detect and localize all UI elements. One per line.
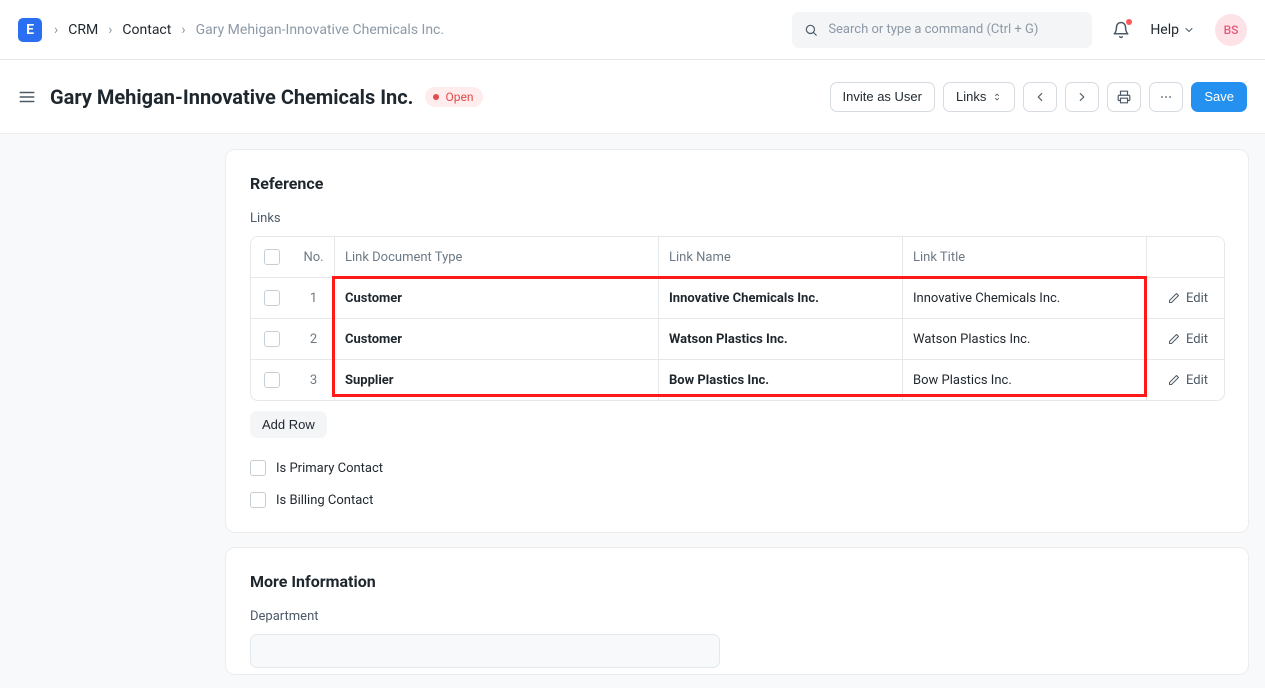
is-billing-contact[interactable]: Is Billing Contact	[250, 492, 1224, 508]
chevron-right-icon: ›	[181, 22, 185, 38]
breadcrumb: › CRM › Contact › Gary Mehigan-Innovativ…	[54, 22, 444, 38]
cell-type[interactable]: Customer	[335, 278, 659, 318]
edit-label: Edit	[1186, 373, 1208, 388]
sidebar-toggle[interactable]	[18, 88, 36, 106]
row-no: 1	[293, 278, 335, 318]
search-placeholder: Search or type a command (Ctrl + G)	[828, 22, 1038, 37]
edit-icon	[1168, 292, 1180, 304]
reference-heading: Reference	[250, 174, 1224, 193]
department-label: Department	[250, 609, 1224, 624]
table-row[interactable]: 1 Customer Innovative Chemicals Inc. Inn…	[251, 277, 1224, 318]
col-actions	[1147, 237, 1224, 277]
menu-icon	[18, 88, 36, 106]
notifications-button[interactable]	[1112, 21, 1130, 39]
select-all-checkbox[interactable]	[264, 249, 280, 265]
help-menu[interactable]: Help	[1150, 22, 1195, 38]
user-avatar[interactable]: BS	[1215, 14, 1247, 46]
cell-title[interactable]: Innovative Chemicals Inc.	[903, 278, 1147, 318]
links-subheading: Links	[250, 211, 1224, 226]
notification-badge	[1126, 19, 1132, 25]
chevron-down-icon	[1183, 24, 1195, 36]
row-checkbox[interactable]	[264, 290, 280, 306]
reference-section: Reference Links No. Link Document Type L…	[225, 149, 1249, 533]
cell-type[interactable]: Supplier	[335, 360, 659, 400]
page-header: Gary Mehigan-Innovative Chemicals Inc. O…	[0, 60, 1265, 134]
row-checkbox[interactable]	[264, 331, 280, 347]
edit-label: Edit	[1186, 332, 1208, 347]
edit-row-button[interactable]: Edit	[1147, 278, 1224, 318]
row-checkbox[interactable]	[264, 372, 280, 388]
cell-type[interactable]: Customer	[335, 319, 659, 359]
status-dot-icon	[433, 94, 439, 100]
checkbox-label: Is Billing Contact	[276, 493, 373, 508]
breadcrumb-current: Gary Mehigan-Innovative Chemicals Inc.	[196, 22, 445, 38]
edit-icon	[1168, 374, 1180, 386]
chevron-left-icon	[1033, 90, 1047, 104]
search-icon	[804, 23, 818, 37]
edit-label: Edit	[1186, 291, 1208, 306]
printer-icon	[1117, 90, 1131, 104]
status-text: Open	[445, 90, 473, 104]
links-menu-button[interactable]: Links	[943, 82, 1015, 112]
page-title: Gary Mehigan-Innovative Chemicals Inc.	[50, 85, 413, 109]
edit-row-button[interactable]: Edit	[1147, 360, 1224, 400]
more-horizontal-icon	[1159, 90, 1173, 104]
page-actions: Invite as User Links Save	[830, 82, 1247, 112]
col-type: Link Document Type	[335, 237, 659, 277]
cell-title[interactable]: Watson Plastics Inc.	[903, 319, 1147, 359]
checkbox-label: Is Primary Contact	[276, 461, 383, 476]
page-content: Reference Links No. Link Document Type L…	[0, 134, 1265, 688]
status-badge: Open	[425, 87, 483, 107]
breadcrumb-contact[interactable]: Contact	[122, 22, 171, 38]
chevron-right-icon	[1075, 90, 1089, 104]
links-table: No. Link Document Type Link Name Link Ti…	[250, 236, 1225, 401]
add-row-button[interactable]: Add Row	[250, 411, 327, 438]
sort-icon	[992, 92, 1002, 102]
checkbox[interactable]	[250, 492, 266, 508]
cell-name[interactable]: Innovative Chemicals Inc.	[659, 278, 903, 318]
chevron-right-icon: ›	[108, 22, 112, 38]
prev-button[interactable]	[1023, 82, 1057, 112]
top-nav: E › CRM › Contact › Gary Mehigan-Innovat…	[0, 0, 1265, 60]
links-label: Links	[956, 89, 986, 104]
breadcrumb-crm[interactable]: CRM	[68, 22, 98, 38]
more-menu-button[interactable]	[1149, 82, 1183, 112]
edit-icon	[1168, 333, 1180, 345]
col-name: Link Name	[659, 237, 903, 277]
save-button[interactable]: Save	[1191, 82, 1247, 112]
invite-user-button[interactable]: Invite as User	[830, 82, 935, 112]
chevron-right-icon: ›	[54, 22, 58, 38]
row-no: 2	[293, 319, 335, 359]
col-no: No.	[293, 237, 335, 277]
table-header: No. Link Document Type Link Name Link Ti…	[251, 237, 1224, 277]
next-button[interactable]	[1065, 82, 1099, 112]
more-information-section: More Information Department	[225, 547, 1249, 675]
row-no: 3	[293, 360, 335, 400]
edit-row-button[interactable]: Edit	[1147, 319, 1224, 359]
app-logo[interactable]: E	[18, 18, 42, 42]
more-info-heading: More Information	[250, 572, 1224, 591]
global-search[interactable]: Search or type a command (Ctrl + G)	[792, 12, 1092, 48]
help-label: Help	[1150, 22, 1179, 38]
department-input[interactable]	[250, 634, 720, 668]
print-button[interactable]	[1107, 82, 1141, 112]
checkbox[interactable]	[250, 460, 266, 476]
cell-name[interactable]: Bow Plastics Inc.	[659, 360, 903, 400]
cell-title[interactable]: Bow Plastics Inc.	[903, 360, 1147, 400]
is-primary-contact[interactable]: Is Primary Contact	[250, 460, 1224, 476]
col-title: Link Title	[903, 237, 1147, 277]
cell-name[interactable]: Watson Plastics Inc.	[659, 319, 903, 359]
table-row[interactable]: 3 Supplier Bow Plastics Inc. Bow Plastic…	[251, 359, 1224, 400]
table-row[interactable]: 2 Customer Watson Plastics Inc. Watson P…	[251, 318, 1224, 359]
